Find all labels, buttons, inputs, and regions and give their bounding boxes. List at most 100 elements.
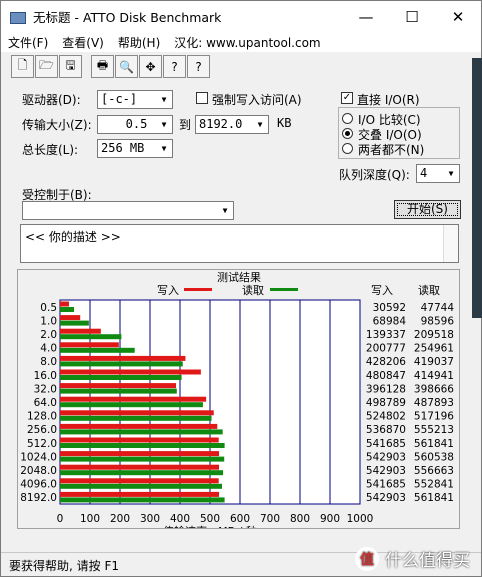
chevron-down-icon[interactable]: ▼ bbox=[218, 203, 232, 218]
chevron-down-icon[interactable]: ▼ bbox=[253, 117, 267, 132]
read-value-label: 398666 bbox=[414, 383, 454, 395]
x-tick-label: 900 bbox=[320, 513, 340, 525]
write-bar bbox=[60, 464, 220, 470]
write-bar bbox=[60, 328, 101, 334]
read-value-label: 556663 bbox=[414, 465, 454, 477]
neither-radio[interactable] bbox=[342, 143, 353, 154]
read-bar bbox=[60, 497, 225, 503]
force-write-checkbox[interactable] bbox=[196, 92, 208, 104]
write-value-label: 428206 bbox=[366, 356, 406, 368]
watermark-logo-icon: 值 bbox=[355, 546, 379, 571]
x-tick-label: 100 bbox=[80, 513, 100, 525]
write-value-label: 542903 bbox=[366, 465, 406, 477]
transfer-from-select[interactable]: 0.5 ▼ bbox=[97, 115, 173, 134]
io-overlap-radio[interactable] bbox=[342, 128, 353, 139]
menu-view[interactable]: 查看(V) bbox=[55, 34, 111, 51]
read-bar bbox=[60, 470, 224, 476]
read-bar bbox=[60, 388, 177, 394]
results-chart: 测试结果写入 读取 写入 读取 0 100 200 300 400 500 600 700 800 900… bbox=[20, 271, 454, 538]
transfer-unit: KB bbox=[277, 116, 292, 130]
x-tick-label: 200 bbox=[110, 513, 130, 525]
results-group: 测试结果 写入 读取 写入 读取 0 100 200 300 400 500 600 700 800 900… bbox=[17, 269, 460, 538]
io-compare-radio[interactable] bbox=[342, 113, 353, 124]
description-box[interactable]: << 你的描述 >> bbox=[20, 224, 459, 263]
write-value-label: 541685 bbox=[366, 479, 406, 491]
new-file-icon[interactable]: 🗋 bbox=[11, 55, 34, 78]
print-icon[interactable]: 🖶 bbox=[91, 55, 114, 78]
read-bar bbox=[60, 483, 222, 489]
watermark: 值 什么值得买 bbox=[355, 546, 470, 571]
write-value-label: 536870 bbox=[366, 424, 406, 436]
maximize-button[interactable]: ☐ bbox=[389, 1, 435, 32]
menu-bar: 文件(F) 查看(V) 帮助(H) 汉化: www.upantool.com bbox=[1, 32, 481, 52]
description-text: << 你的描述 >> bbox=[25, 230, 121, 244]
x-tick-label: 800 bbox=[290, 513, 310, 525]
write-bar bbox=[60, 315, 81, 321]
transfer-to-label: 到 bbox=[179, 118, 192, 132]
total-length-select[interactable]: 256 MB ▼ bbox=[97, 139, 173, 158]
write-value-label: 542903 bbox=[366, 451, 406, 463]
minimize-button[interactable]: — bbox=[343, 1, 389, 32]
write-value-label: 396128 bbox=[366, 383, 406, 395]
x-tick-label: 500 bbox=[200, 513, 220, 525]
write-bar bbox=[60, 396, 207, 402]
title-bar[interactable]: 无标题 - ATTO Disk Benchmark — ☐ ✕ bbox=[1, 1, 481, 32]
chevron-down-icon[interactable]: ▼ bbox=[157, 117, 171, 132]
atto-window: 无标题 - ATTO Disk Benchmark — ☐ ✕ 文件(F) 查看… bbox=[0, 0, 482, 577]
queue-depth-value: 4 bbox=[420, 166, 428, 180]
category-label: 1024.0 bbox=[20, 451, 57, 463]
menu-localized[interactable]: 汉化: www.upantool.com bbox=[167, 34, 327, 51]
read-bar bbox=[60, 375, 182, 380]
read-value-label: 561841 bbox=[414, 438, 454, 450]
write-bar bbox=[60, 355, 186, 361]
open-folder-icon[interactable]: 🗁 bbox=[35, 55, 58, 78]
read-bar bbox=[60, 456, 225, 462]
read-bar bbox=[60, 415, 212, 421]
write-bar bbox=[60, 383, 177, 389]
save-icon[interactable]: 🖫 bbox=[59, 55, 82, 78]
transfer-to-select[interactable]: 8192.0 ▼ bbox=[195, 115, 269, 134]
read-value-label: 414941 bbox=[414, 370, 454, 382]
write-value-label: 498789 bbox=[366, 397, 406, 409]
x-axis-label: 传输速率 - MB / 秒 bbox=[163, 524, 257, 528]
legend-read-label: 读取 bbox=[242, 283, 264, 297]
toolbar: 🗋 🗁 🖫 🖶 🔍 ✥ ? ? bbox=[11, 55, 211, 79]
help-icon[interactable]: ? bbox=[163, 55, 186, 78]
print-preview-icon[interactable]: 🔍 bbox=[115, 55, 138, 78]
total-length-label: 总长度(L): bbox=[22, 143, 79, 157]
legend-read-swatch bbox=[270, 288, 298, 291]
app-icon bbox=[9, 9, 26, 25]
drive-value: [-c-] bbox=[101, 92, 138, 106]
category-label: 512.0 bbox=[27, 438, 57, 450]
direct-io-checkbox[interactable]: ✓ bbox=[341, 92, 353, 104]
write-bar bbox=[60, 423, 218, 429]
close-button[interactable]: ✕ bbox=[435, 1, 481, 32]
controlled-by-select[interactable]: ▼ bbox=[22, 201, 234, 220]
read-bar bbox=[60, 443, 225, 448]
move-icon[interactable]: ✥ bbox=[139, 55, 162, 78]
category-label: 32.0 bbox=[34, 383, 57, 395]
write-value-label: 480847 bbox=[366, 370, 406, 382]
context-help-icon[interactable]: ? bbox=[187, 55, 210, 78]
start-button[interactable]: 开始(S) bbox=[394, 200, 461, 219]
chevron-down-icon[interactable]: ▼ bbox=[157, 92, 171, 107]
legend-write-swatch bbox=[184, 288, 212, 291]
write-value-label: 200777 bbox=[366, 343, 406, 355]
x-tick-label: 0 bbox=[57, 513, 64, 525]
read-value-label: 254961 bbox=[414, 343, 454, 355]
read-value-label: 209518 bbox=[414, 329, 454, 341]
chevron-down-icon[interactable]: ▼ bbox=[157, 141, 171, 156]
write-value-label: 542903 bbox=[366, 492, 406, 504]
category-label: 4096.0 bbox=[20, 479, 57, 491]
description-scrollbar[interactable] bbox=[443, 225, 458, 262]
drive-select[interactable]: [-c-] ▼ bbox=[97, 90, 173, 109]
chevron-down-icon[interactable]: ▼ bbox=[444, 166, 458, 181]
category-label: 8192.0 bbox=[20, 492, 57, 504]
menu-file[interactable]: 文件(F) bbox=[1, 34, 55, 51]
read-value-label: 517196 bbox=[414, 411, 454, 423]
queue-depth-select[interactable]: 4 ▼ bbox=[416, 164, 460, 183]
transfer-size-label: 传输大小(Z): bbox=[22, 118, 92, 132]
write-bar bbox=[60, 410, 214, 416]
read-bar bbox=[60, 361, 183, 367]
menu-help[interactable]: 帮助(H) bbox=[111, 34, 167, 51]
